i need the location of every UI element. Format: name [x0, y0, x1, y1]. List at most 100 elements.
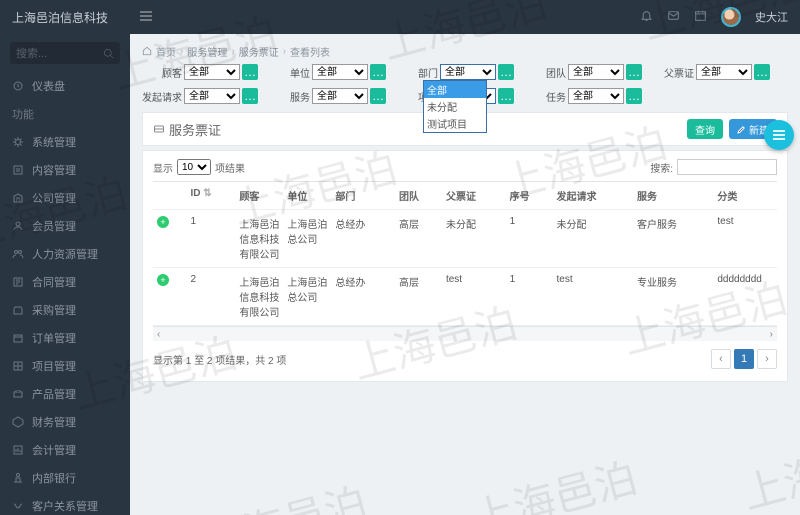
- sidebar-icon: [12, 248, 24, 260]
- filter-team-add[interactable]: …: [626, 64, 642, 80]
- project-option-0[interactable]: 全部: [424, 81, 486, 98]
- crumb-home[interactable]: 首页: [156, 44, 176, 59]
- filter-task-label: 任务: [526, 89, 566, 104]
- filter-customer[interactable]: 全部: [184, 64, 240, 80]
- sidebar-item-11[interactable]: 产品管理: [0, 380, 130, 408]
- sidebar-item-12[interactable]: 财务管理: [0, 408, 130, 436]
- filter-team[interactable]: 全部: [568, 64, 624, 80]
- sidebar-search[interactable]: 搜索...: [10, 42, 120, 64]
- cell: test: [713, 210, 777, 268]
- project-option-1[interactable]: 未分配: [424, 98, 486, 115]
- filter-team-label: 团队: [526, 65, 566, 80]
- col-3[interactable]: 单位: [283, 182, 331, 210]
- col-7[interactable]: 序号: [506, 182, 553, 210]
- cell: 高层: [395, 268, 442, 326]
- filter-unit-add[interactable]: …: [370, 64, 386, 80]
- cell: test: [442, 268, 506, 326]
- col-8[interactable]: 发起请求: [553, 182, 633, 210]
- page-size[interactable]: 10: [177, 159, 211, 175]
- sidebar-item-0[interactable]: 仪表盘: [0, 72, 130, 100]
- page-next[interactable]: ›: [757, 349, 777, 369]
- menu-toggle[interactable]: [130, 9, 162, 26]
- col-10[interactable]: 分类: [713, 182, 777, 210]
- query-button[interactable]: 查询: [687, 119, 723, 139]
- sidebar-item-2[interactable]: 系统管理: [0, 128, 130, 156]
- table-search-input[interactable]: [677, 159, 777, 175]
- sidebar-item-3[interactable]: 内容管理: [0, 156, 130, 184]
- expand-icon[interactable]: +: [157, 216, 169, 228]
- cell: 上海邑泊信息科技有限公司: [235, 268, 283, 326]
- mail-icon[interactable]: [667, 9, 680, 25]
- sidebar-item-label: 订单管理: [32, 330, 76, 346]
- filter-dept[interactable]: 全部: [440, 64, 496, 80]
- scroll-left-icon[interactable]: ‹: [157, 329, 160, 340]
- cell: 2: [187, 268, 236, 326]
- col-6[interactable]: 父票证: [442, 182, 506, 210]
- table-scroll[interactable]: ID ⇅顾客单位部门团队父票证序号发起请求服务分类标题描述 +1上海邑泊信息科技…: [153, 181, 777, 327]
- filter-service-label: 服务: [270, 89, 310, 104]
- bell-icon[interactable]: [640, 9, 653, 25]
- filter-service[interactable]: 全部: [312, 88, 368, 104]
- sidebar-item-9[interactable]: 订单管理: [0, 324, 130, 352]
- col-2[interactable]: 顾客: [235, 182, 283, 210]
- sidebar-item-15[interactable]: 客户关系管理: [0, 492, 130, 515]
- filter-customer-label: 顾客: [142, 65, 182, 80]
- table-panel: 显示 10 项结果 搜索: ID ⇅顾客单位部门团队父票证序号发起请求服务分类标…: [142, 150, 788, 382]
- filter-request-add[interactable]: …: [242, 88, 258, 104]
- filter-task[interactable]: 全部: [568, 88, 624, 104]
- data-table: ID ⇅顾客单位部门团队父票证序号发起请求服务分类标题描述 +1上海邑泊信息科技…: [153, 182, 777, 326]
- col-1[interactable]: ID ⇅: [187, 182, 236, 210]
- cell: 总经办: [331, 210, 395, 268]
- filter-project-add[interactable]: …: [498, 88, 514, 104]
- crumb-b[interactable]: 服务票证: [239, 44, 279, 59]
- table-row: +1上海邑泊信息科技有限公司上海邑泊总公司总经办高层未分配1未分配客户服务tes…: [153, 210, 777, 268]
- project-option-2[interactable]: 测试项目: [424, 115, 486, 132]
- user-name[interactable]: 史大江: [755, 9, 788, 25]
- expand-icon[interactable]: +: [157, 274, 169, 286]
- calendar-icon[interactable]: [694, 9, 707, 25]
- table-row: +2上海邑泊信息科技有限公司上海邑泊总公司总经办高层test1test专业服务d…: [153, 268, 777, 326]
- cell: test: [553, 268, 633, 326]
- horizontal-scrollbar[interactable]: ‹ ›: [153, 327, 777, 341]
- topbar: 上海邑泊信息科技 史大江: [0, 0, 800, 34]
- sidebar-item-7[interactable]: 合同管理: [0, 268, 130, 296]
- sidebar-item-5[interactable]: 会员管理: [0, 212, 130, 240]
- filter-dept-add[interactable]: …: [498, 64, 514, 80]
- sidebar-icon: [12, 136, 24, 148]
- sidebar-item-8[interactable]: 采购管理: [0, 296, 130, 324]
- col-0[interactable]: [153, 182, 187, 210]
- col-9[interactable]: 服务: [633, 182, 713, 210]
- sidebar-icon: [12, 360, 24, 372]
- project-dropdown-open[interactable]: 全部 未分配 测试项目: [423, 80, 487, 133]
- page-prev[interactable]: ‹: [711, 349, 731, 369]
- sidebar-item-label: 产品管理: [32, 386, 76, 402]
- filter-parent-add[interactable]: …: [754, 64, 770, 80]
- cell: 高层: [395, 210, 442, 268]
- sidebar-item-label: 内部银行: [32, 470, 76, 486]
- sidebar-icon: [12, 416, 24, 428]
- sidebar-item-13[interactable]: 会计管理: [0, 436, 130, 464]
- col-5[interactable]: 团队: [395, 182, 442, 210]
- filter-bar: 顾客全部… 单位全部… 部门全部… 团队全部… 父票证全部… 发起请求全部… 服…: [142, 64, 788, 104]
- page-current[interactable]: 1: [734, 349, 754, 369]
- sidebar-item-14[interactable]: 内部银行: [0, 464, 130, 492]
- col-4[interactable]: 部门: [331, 182, 395, 210]
- scroll-right-icon[interactable]: ›: [770, 329, 773, 340]
- sidebar-item-10[interactable]: 项目管理: [0, 352, 130, 380]
- sidebar-icon: [12, 220, 24, 232]
- cell: 1: [506, 210, 553, 268]
- sidebar: 搜索... 仪表盘功能系统管理内容管理公司管理会员管理人力资源管理合同管理采购管…: [0, 34, 130, 515]
- crumb-a[interactable]: 服务管理: [187, 44, 227, 59]
- cell: 未分配: [553, 210, 633, 268]
- filter-customer-add[interactable]: …: [242, 64, 258, 80]
- filter-service-add[interactable]: …: [370, 88, 386, 104]
- avatar[interactable]: [721, 7, 741, 27]
- floating-action-button[interactable]: [764, 120, 794, 150]
- filter-task-add[interactable]: …: [626, 88, 642, 104]
- cell: 专业服务: [633, 268, 713, 326]
- sidebar-item-4[interactable]: 公司管理: [0, 184, 130, 212]
- sidebar-item-6[interactable]: 人力资源管理: [0, 240, 130, 268]
- filter-unit[interactable]: 全部: [312, 64, 368, 80]
- filter-parent[interactable]: 全部: [696, 64, 752, 80]
- filter-request[interactable]: 全部: [184, 88, 240, 104]
